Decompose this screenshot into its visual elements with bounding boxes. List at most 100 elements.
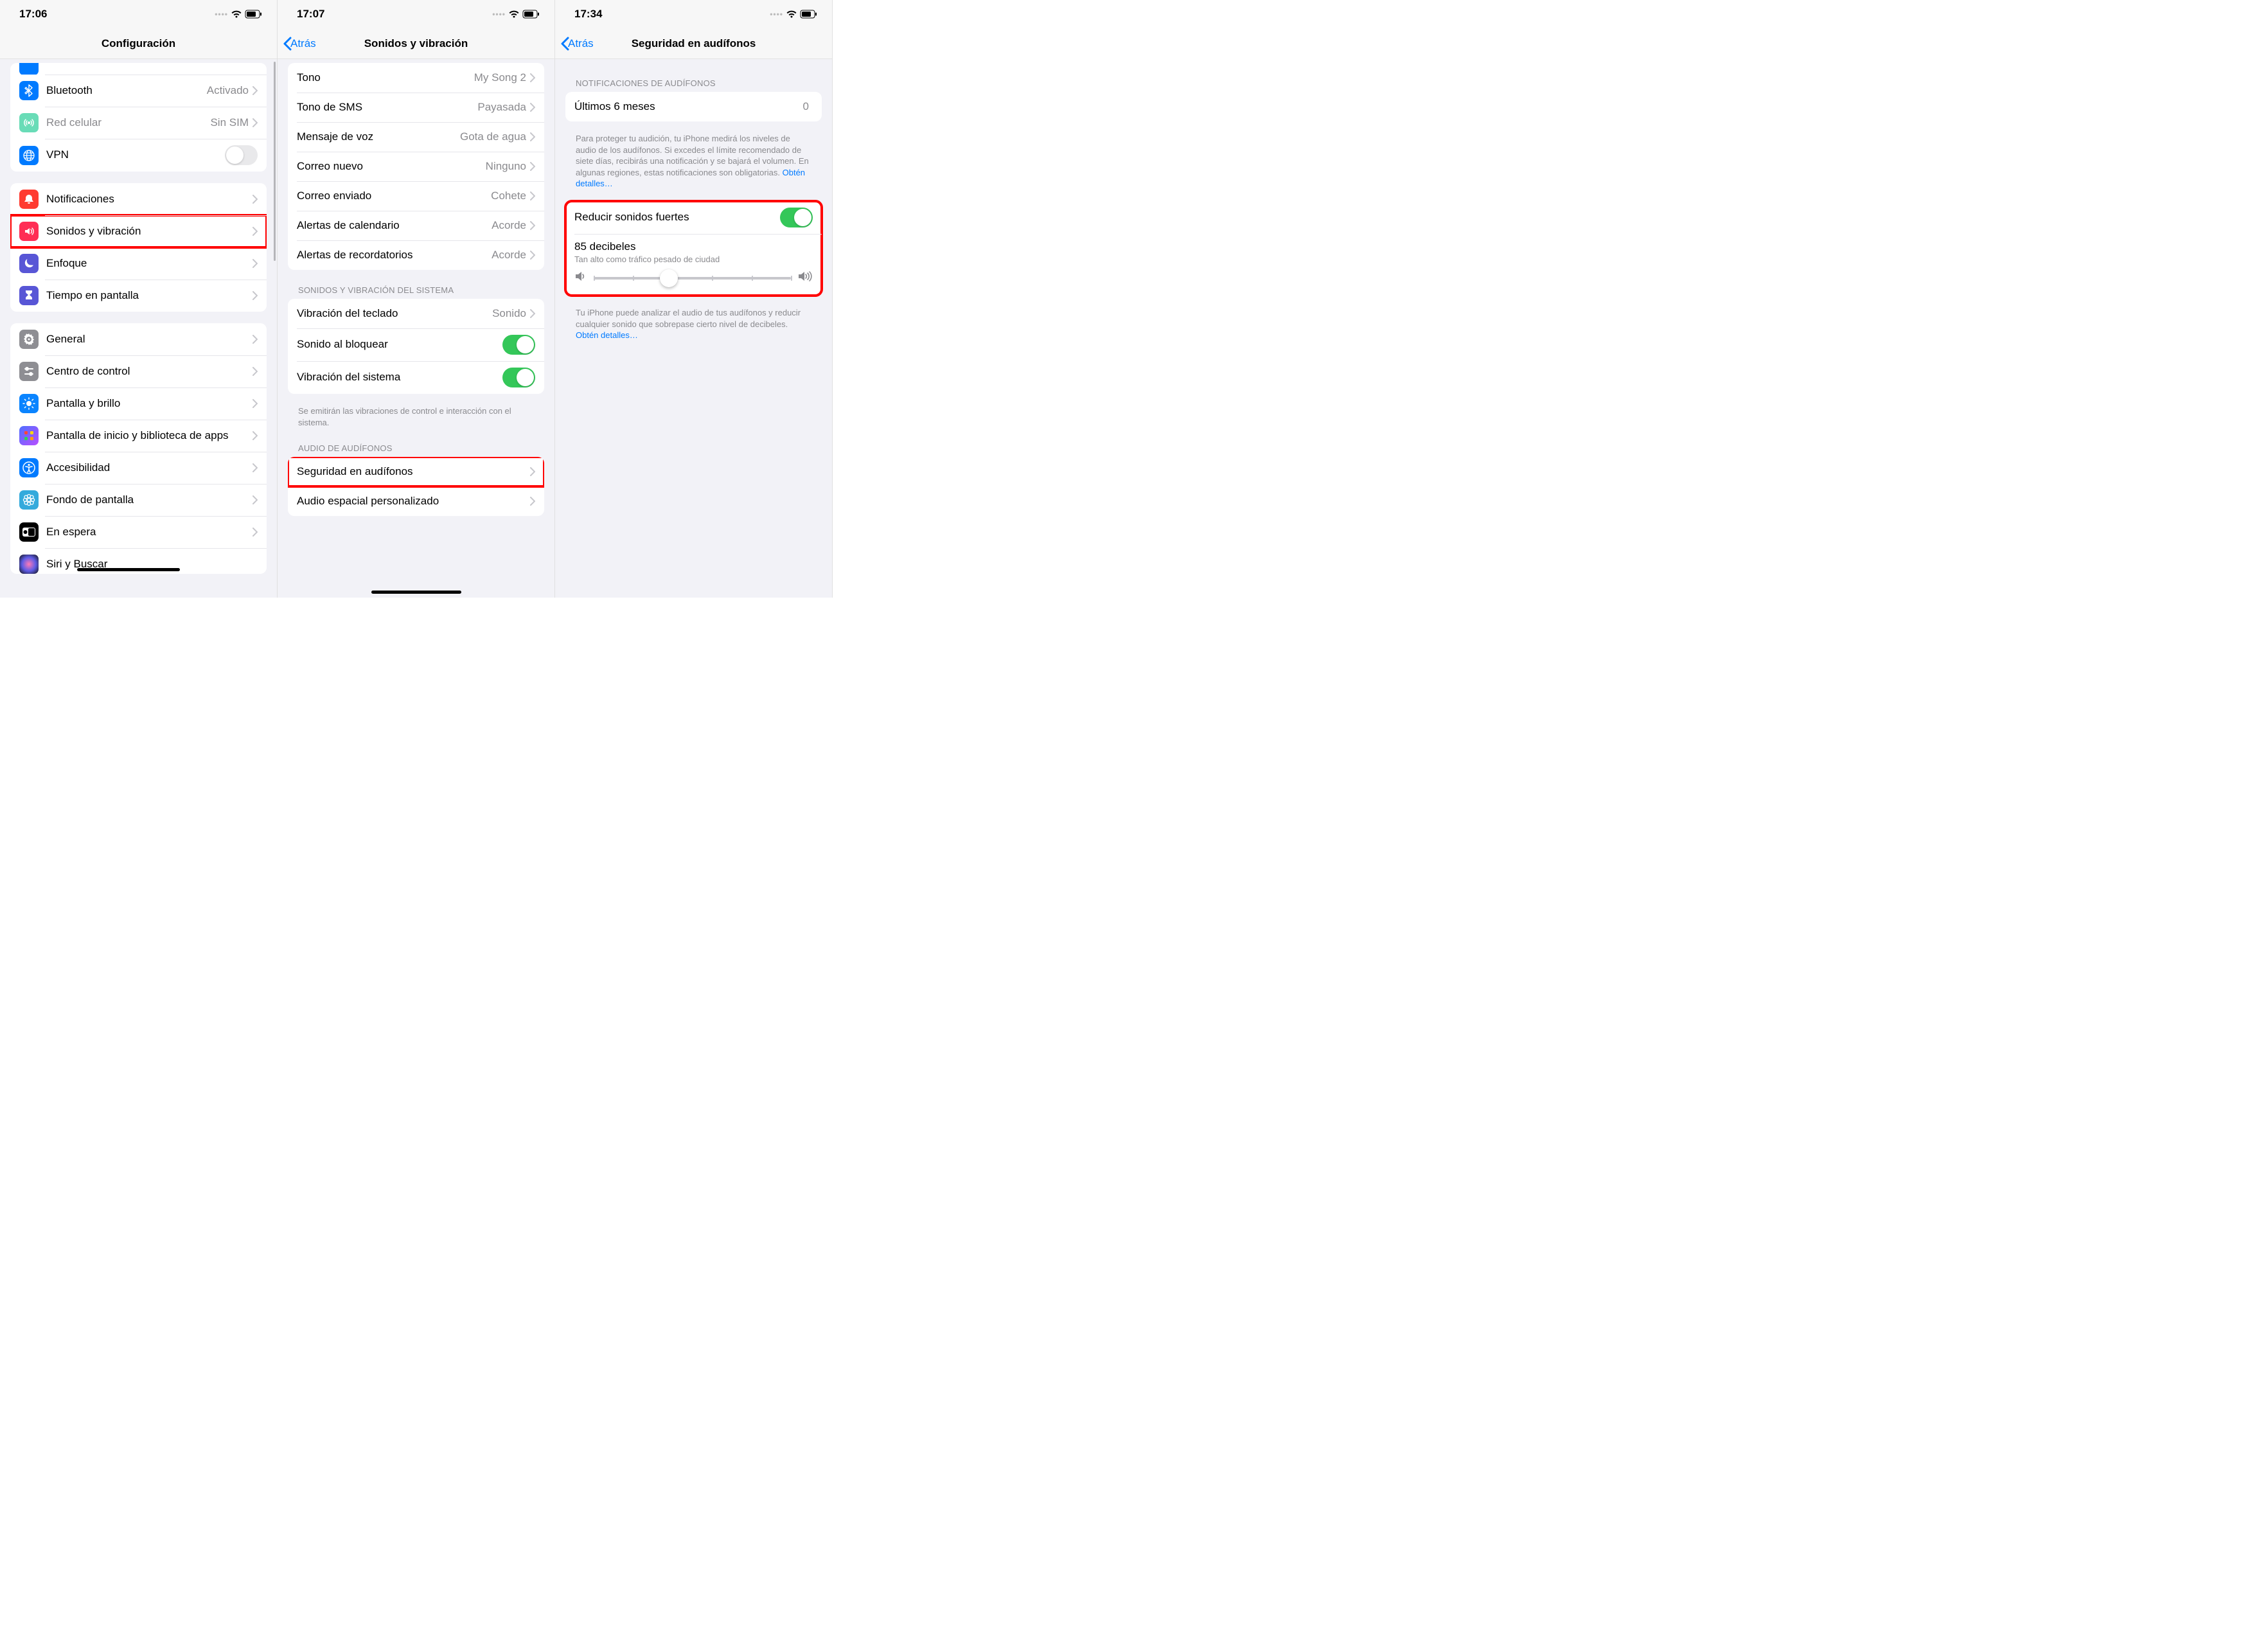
row-keyboard-vibration[interactable]: Vibración del teclado Sonido (288, 299, 544, 328)
row-reminder-alerts[interactable]: Alertas de recordatoriosAcorde (288, 240, 544, 270)
status-time: 17:06 (19, 8, 47, 21)
row-display-brightness[interactable]: Pantalla y brillo (10, 387, 267, 420)
decibel-slider-row (565, 267, 822, 296)
chevron-right-icon (252, 118, 258, 127)
back-button[interactable]: Atrás (283, 37, 316, 51)
nav-bar: Configuración (0, 28, 277, 59)
row-label: Fondo de pantalla (46, 493, 252, 506)
status-bar: 17:34 •••• (555, 0, 832, 28)
row-calendar-alerts[interactable]: Alertas de calendarioAcorde (288, 211, 544, 240)
group-headphone: Seguridad en audífonos Audio espacial pe… (288, 457, 544, 516)
grid-icon (19, 426, 39, 445)
battery-icon (800, 10, 818, 19)
row-label: Tono (297, 71, 474, 84)
antenna-icon (19, 113, 39, 132)
row-bluetooth[interactable]: Bluetooth Activado (10, 75, 267, 107)
row-value: 0 (803, 100, 809, 113)
status-bar: 17:06 •••• (0, 0, 277, 28)
group-reduce-loud: Reducir sonidos fuertes 85 decibeles Tan… (565, 201, 822, 296)
row-ringtone[interactable]: TonoMy Song 2 (288, 63, 544, 93)
row-text-tone[interactable]: Tono de SMSPayasada (288, 93, 544, 122)
row-system-vibration[interactable]: Vibración del sistema (288, 361, 544, 394)
row-reduce-loud-toggle[interactable]: Reducir sonidos fuertes (565, 201, 822, 234)
row-spatial-audio[interactable]: Audio espacial personalizado (288, 486, 544, 516)
chevron-right-icon (252, 259, 258, 268)
system-vibration-toggle[interactable] (502, 368, 535, 387)
row-label: Vibración del teclado (297, 307, 492, 320)
slider-thumb[interactable] (660, 269, 678, 287)
row-notifications[interactable]: Notificaciones (10, 183, 267, 215)
row-vpn[interactable]: VPN (10, 139, 267, 172)
row-cellular[interactable]: Red celular Sin SIM (10, 107, 267, 139)
chevron-right-icon (530, 132, 535, 141)
row-value: Activado (207, 84, 249, 97)
row-sounds-vibration[interactable]: Sonidos y vibración (10, 215, 267, 247)
chevron-right-icon (252, 227, 258, 236)
row-label: Alertas de calendario (297, 219, 492, 232)
system-group-header: SONIDOS Y VIBRACIÓN DEL SISTEMA (298, 285, 534, 295)
scrollbar[interactable] (274, 62, 276, 261)
chevron-right-icon (530, 251, 535, 260)
battery-icon (522, 10, 540, 19)
chevron-right-icon (530, 103, 535, 112)
switches-icon (19, 362, 39, 381)
wifi-icon (508, 10, 520, 19)
status-time: 17:34 (574, 8, 602, 21)
row-headphone-safety[interactable]: Seguridad en audífonos (288, 457, 544, 486)
wifi-settings-icon (19, 63, 39, 75)
back-button[interactable]: Atrás (560, 37, 594, 51)
footer-text: Tu iPhone puede analizar el audio de tus… (576, 308, 801, 329)
row-home-screen[interactable]: Pantalla de inicio y biblioteca de apps (10, 420, 267, 452)
learn-more-link[interactable]: Obtén detalles… (576, 330, 638, 340)
row-value: Sin SIM (210, 116, 249, 129)
vpn-toggle[interactable] (225, 145, 258, 165)
chevron-right-icon (530, 467, 535, 476)
sun-icon (19, 394, 39, 413)
row-wallpaper[interactable]: Fondo de pantalla (10, 484, 267, 516)
wifi-icon (231, 10, 242, 19)
row-accessibility[interactable]: Accesibilidad (10, 452, 267, 484)
row-label: Mensaje de voz (297, 130, 460, 143)
row-new-mail[interactable]: Correo nuevoNinguno (288, 152, 544, 181)
row-wifi-cut[interactable] (10, 63, 267, 75)
row-label: Sonidos y vibración (46, 225, 252, 238)
row-screentime[interactable]: Tiempo en pantalla (10, 280, 267, 312)
content-scroll[interactable]: NOTIFICACIONES DE AUDÍFONOS Últimos 6 me… (555, 59, 832, 598)
carrier-dots-icon: •••• (215, 10, 228, 19)
page-title: Seguridad en audífonos (632, 37, 756, 50)
status-icons: •••• (492, 10, 540, 19)
home-indicator[interactable] (371, 591, 461, 594)
lock-sound-toggle[interactable] (502, 335, 535, 355)
row-label: Alertas de recordatorios (297, 249, 492, 262)
row-general[interactable]: General (10, 323, 267, 355)
row-control-center[interactable]: Centro de control (10, 355, 267, 387)
group-notif: Últimos 6 meses 0 (565, 92, 822, 121)
standby-icon (19, 522, 39, 542)
reduce-loud-toggle[interactable] (780, 208, 813, 227)
phone-headphone-safety: 17:34 •••• Atrás Seguridad en audífonos … (555, 0, 833, 598)
row-lock-sound[interactable]: Sonido al bloquear (288, 328, 544, 361)
decibel-level: 85 decibeles (574, 240, 813, 253)
moon-icon (19, 254, 39, 273)
row-value: Ninguno (486, 160, 526, 173)
row-voicemail[interactable]: Mensaje de vozGota de agua (288, 122, 544, 152)
content-scroll[interactable]: TonoMy Song 2 Tono de SMSPayasada Mensaj… (278, 59, 554, 598)
row-focus[interactable]: Enfoque (10, 247, 267, 280)
group-sounds: TonoMy Song 2 Tono de SMSPayasada Mensaj… (288, 63, 544, 270)
person-icon (19, 458, 39, 477)
row-last-6-months[interactable]: Últimos 6 meses 0 (565, 92, 822, 121)
bluetooth-icon (19, 81, 39, 100)
group-main: Notificaciones Sonidos y vibración Enfoq… (10, 183, 267, 312)
notif-group-footer: Para proteger tu audición, tu iPhone med… (576, 133, 811, 190)
row-standby[interactable]: En espera (10, 516, 267, 548)
row-value: Gota de agua (460, 130, 526, 143)
row-sent-mail[interactable]: Correo enviadoCohete (288, 181, 544, 211)
system-group-footer: Se emitirán las vibraciones de control e… (298, 405, 534, 428)
row-value: Payasada (477, 101, 526, 114)
status-icons: •••• (770, 10, 818, 19)
content-scroll[interactable]: Bluetooth Activado Red celular Sin SIM V… (0, 59, 277, 598)
row-siri-cut[interactable]: Siri y Buscar (10, 548, 267, 574)
row-label: Sonido al bloquear (297, 338, 502, 351)
row-label: Centro de control (46, 365, 252, 378)
decibel-slider[interactable] (594, 277, 791, 280)
